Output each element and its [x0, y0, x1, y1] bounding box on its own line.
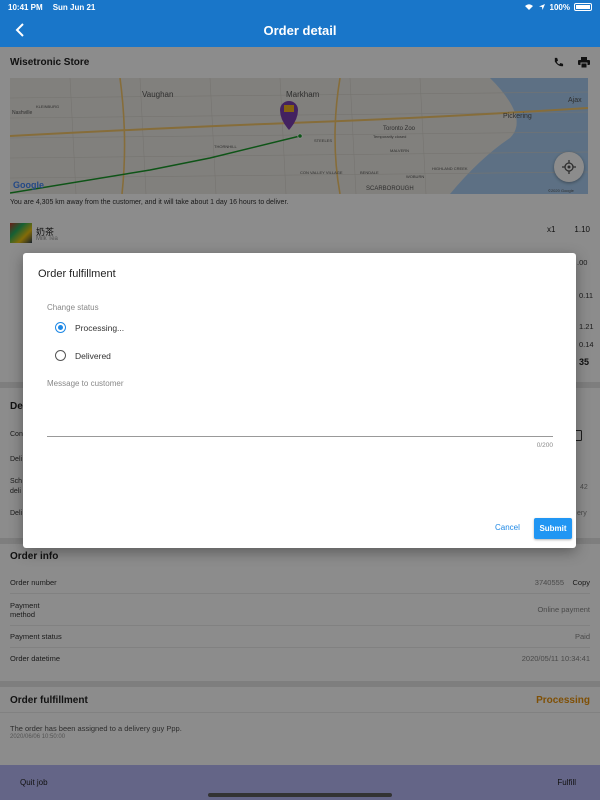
- wifi-icon: [524, 4, 533, 10]
- status-date: Sun Jun 21: [52, 2, 96, 12]
- order-fulfillment-dialog: Order fulfillment Change status Processi…: [23, 253, 576, 548]
- battery-icon: [574, 3, 592, 11]
- radio-processing[interactable]: Processing...: [55, 322, 124, 333]
- character-counter: 0/200: [536, 442, 553, 449]
- dialog-title: Order fulfillment: [38, 268, 116, 280]
- radio-delivered-label: Delivered: [75, 350, 111, 361]
- status-indicators: 100%: [524, 3, 592, 12]
- battery-percent: 100%: [549, 2, 570, 12]
- status-time: 10:41 PM: [8, 2, 43, 12]
- message-label: Message to customer: [47, 379, 124, 388]
- radio-unselected-icon[interactable]: [55, 350, 66, 361]
- change-status-label: Change status: [47, 303, 99, 312]
- radio-delivered[interactable]: Delivered: [55, 350, 111, 361]
- home-indicator: [208, 793, 392, 797]
- message-input[interactable]: [47, 393, 553, 437]
- status-bar: 10:41 PM Sun Jun 21 100%: [0, 0, 600, 14]
- nav-bar: Order detail: [0, 14, 600, 47]
- back-button[interactable]: [10, 20, 30, 40]
- cancel-button[interactable]: Cancel: [495, 523, 520, 532]
- page-title: Order detail: [263, 23, 337, 38]
- radio-selected-icon[interactable]: [55, 322, 66, 333]
- radio-processing-label: Processing...: [75, 322, 125, 333]
- submit-button[interactable]: Submit: [534, 518, 572, 539]
- location-arrow-icon: [538, 4, 545, 10]
- chevron-left-icon: [15, 23, 24, 37]
